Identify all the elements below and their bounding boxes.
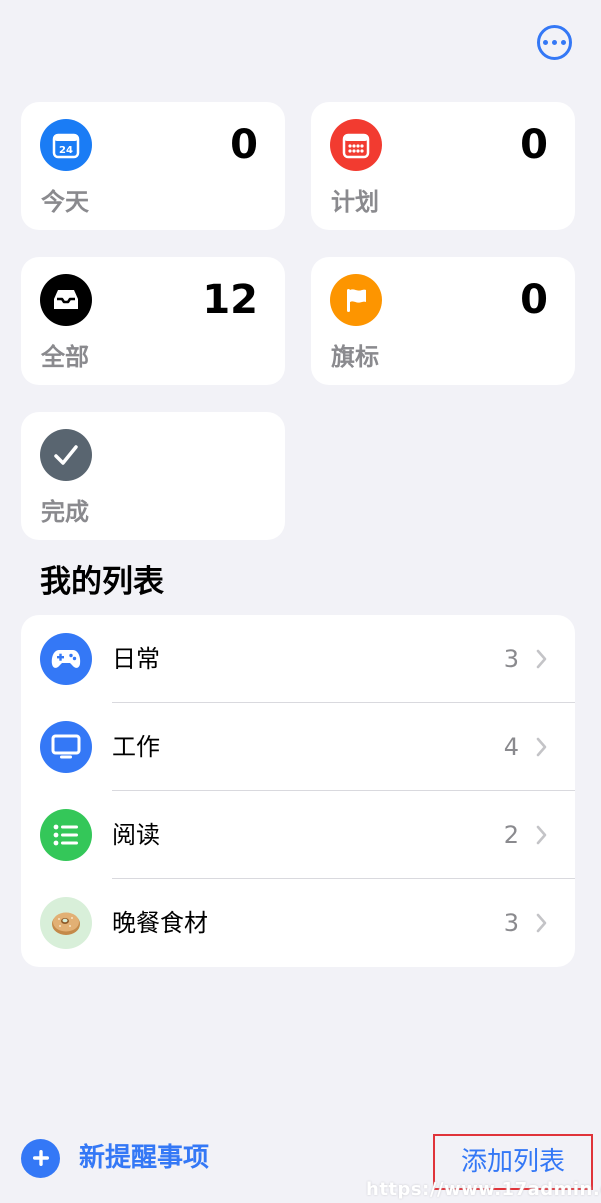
more-dot (543, 40, 548, 45)
checkmark-icon (40, 429, 92, 481)
scheduled-label: 计划 (331, 188, 379, 216)
list-item-reading[interactable]: 阅读 2 (21, 791, 575, 879)
all-count: 12 (202, 277, 258, 323)
more-dot (552, 40, 557, 45)
list-count: 3 (503, 909, 519, 937)
watermark: https://www.17admin.cc (366, 1179, 601, 1200)
my-lists-title: 我的列表 (40, 564, 164, 600)
more-dot (561, 40, 566, 45)
today-count: 0 (230, 122, 258, 168)
smart-list-completed[interactable]: 完成 (21, 412, 285, 540)
list-item-dinner-ingredients[interactable]: 晚餐食材 3 (21, 879, 575, 967)
smart-list-today[interactable]: 24 0 今天 (21, 102, 285, 230)
list-item-daily[interactable]: 日常 3 (21, 615, 575, 703)
completed-label: 完成 (41, 498, 89, 526)
svg-text:24: 24 (59, 145, 73, 156)
list-count: 3 (503, 645, 519, 673)
list-name: 晚餐食材 (112, 909, 208, 937)
list-name: 日常 (112, 645, 160, 673)
calendar-grid-icon (330, 119, 382, 171)
more-options-button[interactable] (537, 25, 572, 60)
chevron-right-icon (536, 913, 547, 933)
list-name: 阅读 (112, 821, 160, 849)
bagel-icon (40, 897, 92, 949)
list-bullet-icon (40, 809, 92, 861)
scheduled-count: 0 (520, 122, 548, 168)
plus-circle-icon (21, 1138, 60, 1178)
new-reminder-button[interactable]: 新提醒事项 (21, 1138, 209, 1178)
tray-icon (40, 274, 92, 326)
list-count: 2 (503, 821, 519, 849)
flagged-count: 0 (520, 277, 548, 323)
smart-list-all[interactable]: 12 全部 (21, 257, 285, 385)
monitor-icon (40, 721, 92, 773)
gamecontroller-icon (40, 633, 92, 685)
smart-list-flagged[interactable]: 0 旗标 (311, 257, 575, 385)
my-lists: 日常 3 工作 4 阅读 2 晚餐食材 3 (21, 615, 575, 967)
new-reminder-label: 新提醒事项 (79, 1143, 210, 1173)
chevron-right-icon (536, 825, 547, 845)
chevron-right-icon (536, 649, 547, 669)
flagged-label: 旗标 (331, 343, 379, 371)
chevron-right-icon (536, 737, 547, 757)
list-count: 4 (503, 733, 519, 761)
smart-list-scheduled[interactable]: 0 计划 (311, 102, 575, 230)
flag-icon (330, 274, 382, 326)
calendar-24-icon: 24 (40, 119, 92, 171)
add-list-label: 添加列表 (460, 1147, 565, 1177)
list-name: 工作 (112, 733, 160, 761)
today-label: 今天 (41, 188, 89, 216)
all-label: 全部 (41, 343, 89, 371)
list-item-work[interactable]: 工作 4 (21, 703, 575, 791)
